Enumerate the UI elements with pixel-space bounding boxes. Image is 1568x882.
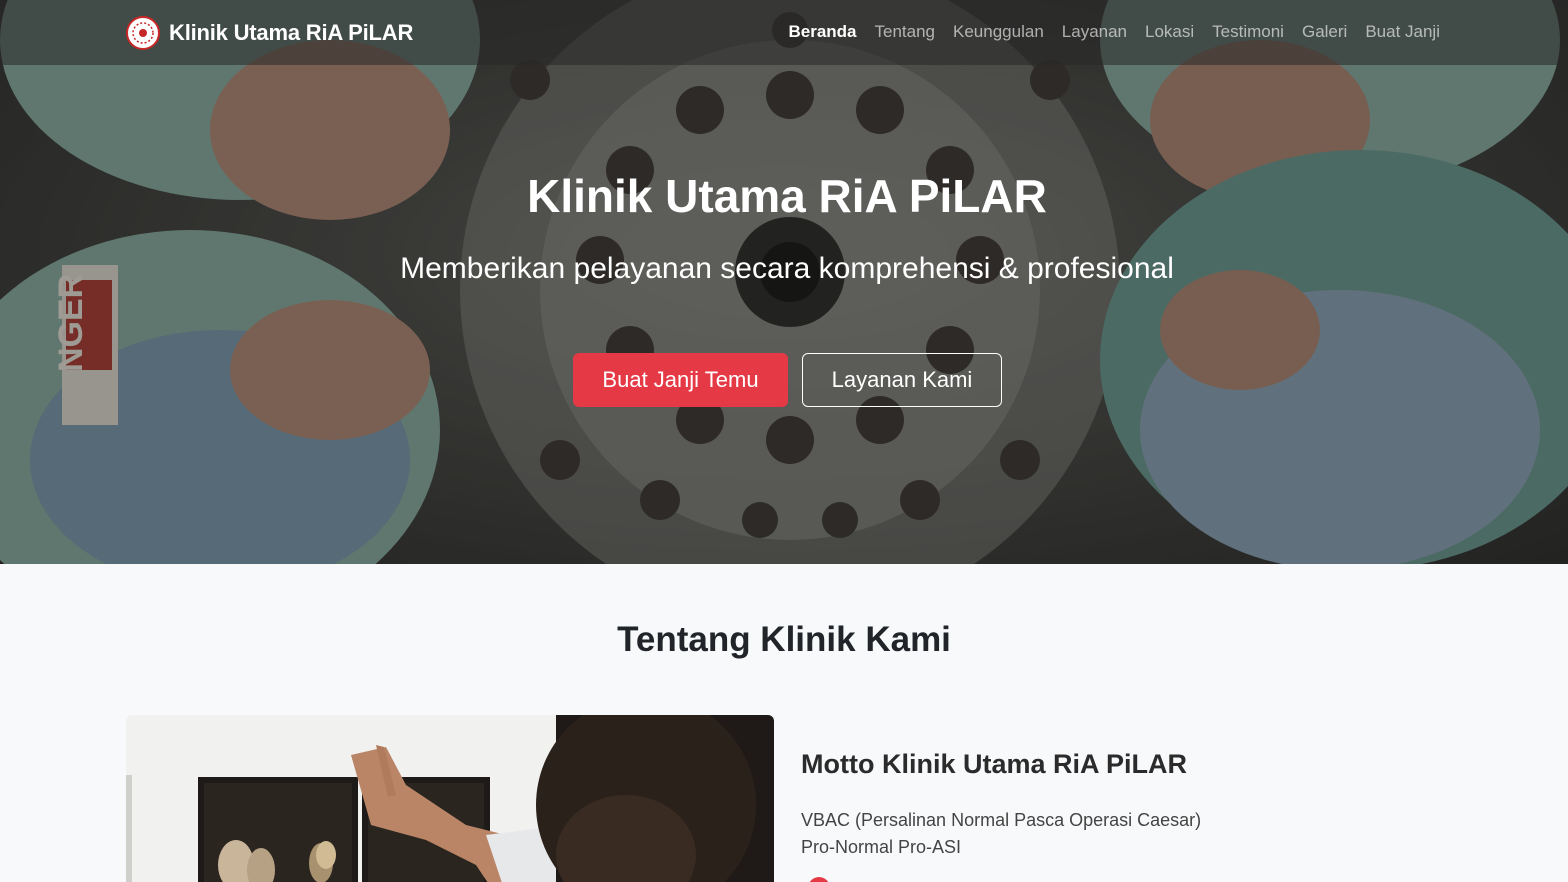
hero-section: NGER Klinik Utama RiA PiLAR Memberikan p… (0, 0, 1568, 564)
our-services-button[interactable]: Layanan Kami (802, 353, 1002, 407)
clinic-logo-icon (126, 16, 160, 50)
nav-link-layanan[interactable]: Layanan (1062, 20, 1127, 44)
nav-link-buat-janji[interactable]: Buat Janji (1365, 20, 1440, 44)
hero-buttons: Buat Janji Temu Layanan Kami (573, 353, 1002, 407)
hero-title: Klinik Utama RiA PiLAR (527, 170, 1047, 222)
nav-link-tentang[interactable]: Tentang (875, 20, 936, 44)
navbar: Klinik Utama RiA PiLAR Beranda Tentang K… (0, 0, 1568, 65)
red-dot-icon (808, 877, 830, 882)
nav-link-galeri[interactable]: Galeri (1302, 20, 1347, 44)
brand-link[interactable]: Klinik Utama RiA PiLAR (126, 16, 413, 50)
motto-line: Pro-Normal Pro-ASI (801, 837, 962, 857)
dentist-xray-photo (126, 715, 774, 882)
nav-link-lokasi[interactable]: Lokasi (1145, 20, 1194, 44)
book-appointment-button[interactable]: Buat Janji Temu (573, 353, 788, 407)
hero-subtitle: Memberikan pelayanan secara komprehensi … (400, 252, 1174, 285)
nav-link-keunggulan[interactable]: Keunggulan (953, 20, 1044, 44)
hero-content: Klinik Utama RiA PiLAR Memberikan pelaya… (0, 168, 1568, 407)
brand-name: Klinik Utama RiA PiLAR (169, 20, 414, 45)
motto-title: Motto Klinik Utama RiA PiLAR (801, 749, 1188, 779)
nav-link-beranda[interactable]: Beranda (788, 20, 856, 44)
about-section-title: Tentang Klinik Kami (617, 620, 951, 659)
nav-link-testimoni[interactable]: Testimoni (1212, 20, 1284, 44)
nav-menu: Beranda Tentang Keunggulan Layanan Lokas… (788, 20, 1440, 44)
about-section: Tentang Klinik Kami Motto Klinik Utama R (0, 564, 1568, 882)
about-image (126, 715, 774, 882)
motto-line: VBAC (Persalinan Normal Pasca Operasi Ca… (801, 810, 1202, 830)
